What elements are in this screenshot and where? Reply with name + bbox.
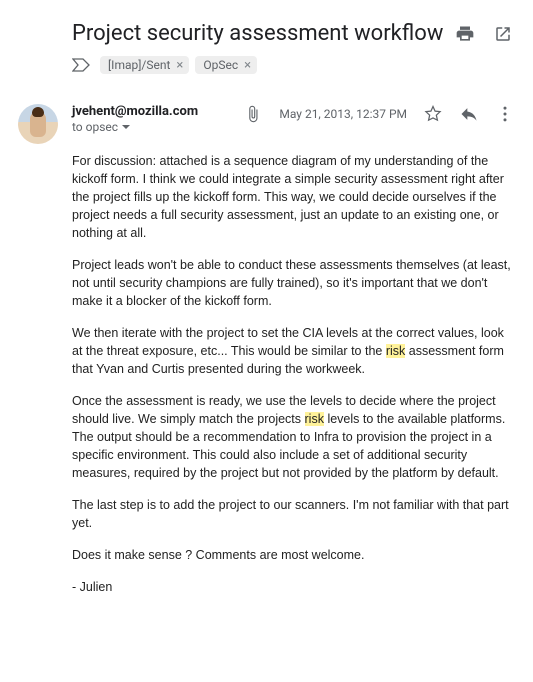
- reply-icon[interactable]: [459, 104, 479, 124]
- label-chip[interactable]: [Imap]/Sent ×: [100, 56, 189, 74]
- highlighted-term: risk: [305, 412, 324, 426]
- highlighted-term: risk: [386, 344, 405, 358]
- body-paragraph: - Julien: [72, 578, 515, 596]
- labels-row: [Imap]/Sent × OpSec ×: [72, 56, 455, 74]
- avatar[interactable]: [18, 104, 58, 144]
- more-icon[interactable]: [495, 104, 515, 124]
- body-paragraph: For discussion: attached is a sequence d…: [72, 152, 515, 242]
- email-header: Project security assessment workflow [Im…: [0, 0, 533, 84]
- recipients-text: to opsec: [72, 120, 118, 134]
- sender-address: jvehent@mozilla.com: [72, 104, 198, 119]
- body-paragraph: The last step is to add the project to o…: [72, 496, 515, 532]
- print-icon[interactable]: [455, 24, 475, 44]
- label-text: [Imap]/Sent: [108, 58, 170, 72]
- body-paragraph: Once the assessment is ready, we use the…: [72, 392, 515, 482]
- recipients-line[interactable]: to opsec: [72, 120, 198, 134]
- label-remove-icon[interactable]: ×: [242, 59, 253, 72]
- open-new-window-icon[interactable]: [493, 24, 513, 44]
- body-paragraph: Project leads won't be able to conduct t…: [72, 256, 515, 310]
- label-text: OpSec: [203, 58, 238, 72]
- label-remove-icon[interactable]: ×: [174, 59, 185, 72]
- star-icon[interactable]: [423, 104, 443, 124]
- email-subject: Project security assessment workflow: [72, 20, 455, 48]
- show-details-icon[interactable]: [122, 125, 130, 129]
- email-body: For discussion: attached is a sequence d…: [72, 152, 515, 596]
- date-text: May 21, 2013, 12:37 PM: [279, 107, 407, 121]
- message-container: jvehent@mozilla.com to opsec May 21, 201…: [0, 84, 533, 620]
- label-important-icon[interactable]: [72, 58, 90, 72]
- attachment-icon[interactable]: [243, 104, 263, 124]
- header-actions: [455, 20, 513, 44]
- body-paragraph: We then iterate with the project to set …: [72, 324, 515, 378]
- body-paragraph: Does it make sense ? Comments are most w…: [72, 546, 515, 564]
- label-chip[interactable]: OpSec ×: [195, 56, 257, 74]
- message-header: jvehent@mozilla.com to opsec May 21, 201…: [72, 104, 515, 134]
